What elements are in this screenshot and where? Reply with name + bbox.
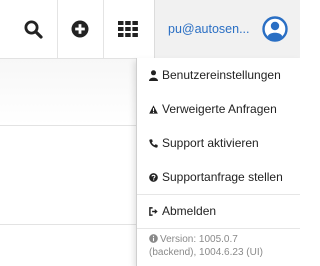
page-shade xyxy=(0,59,140,125)
grid-icon xyxy=(118,21,138,37)
user-dropdown-menu: Benutzereinstellungen Verweigerte Anfrag… xyxy=(136,58,300,266)
search-button[interactable] xyxy=(13,0,53,58)
version-line-2: (backend), 1004.6.23 (UI) xyxy=(149,247,263,258)
menu-divider xyxy=(137,228,300,229)
menu-item-label: Support aktivieren xyxy=(162,136,259,150)
top-navigation-bar: pu@autosen... xyxy=(0,0,300,59)
user-circle-icon xyxy=(262,16,288,42)
user-email: pu@autosen... xyxy=(168,22,250,36)
menu-item-label: Benutzereinstellungen xyxy=(162,68,281,82)
question-circle-icon xyxy=(149,172,158,182)
sign-out-icon xyxy=(149,206,158,216)
toolbar-separator xyxy=(57,0,58,58)
phone-icon xyxy=(149,138,158,148)
menu-item-label: Abmelden xyxy=(162,204,217,218)
menu-item-label: Verweigerte Anfragen xyxy=(162,102,277,116)
plus-circle-icon xyxy=(71,20,89,38)
screen: pu@autosen... Benutzereinstellungen Verw… xyxy=(0,0,300,266)
version-line-1: Version: 1005.0.7 xyxy=(160,234,238,245)
apps-button[interactable] xyxy=(108,0,148,58)
version-info: Version: 1005.0.7 (backend), 1004.6.23 (… xyxy=(149,233,299,259)
user-icon xyxy=(149,69,158,81)
add-button[interactable] xyxy=(60,0,100,58)
menu-item-denied-requests[interactable]: Verweigerte Anfragen xyxy=(137,92,300,126)
page-divider xyxy=(0,224,140,225)
menu-item-enable-support[interactable]: Support aktivieren xyxy=(137,126,300,160)
menu-item-user-settings[interactable]: Benutzereinstellungen xyxy=(137,58,300,92)
info-circle-icon xyxy=(149,234,158,243)
menu-item-support-request[interactable]: Supportanfrage stellen xyxy=(137,160,300,194)
page-divider xyxy=(0,125,140,126)
toolbar-separator xyxy=(103,0,104,58)
warning-icon xyxy=(149,104,158,114)
search-icon xyxy=(24,20,43,39)
menu-item-label: Supportanfrage stellen xyxy=(162,170,283,184)
menu-item-logout[interactable]: Abmelden xyxy=(137,194,300,228)
user-menu-toggle[interactable]: pu@autosen... xyxy=(154,0,300,58)
